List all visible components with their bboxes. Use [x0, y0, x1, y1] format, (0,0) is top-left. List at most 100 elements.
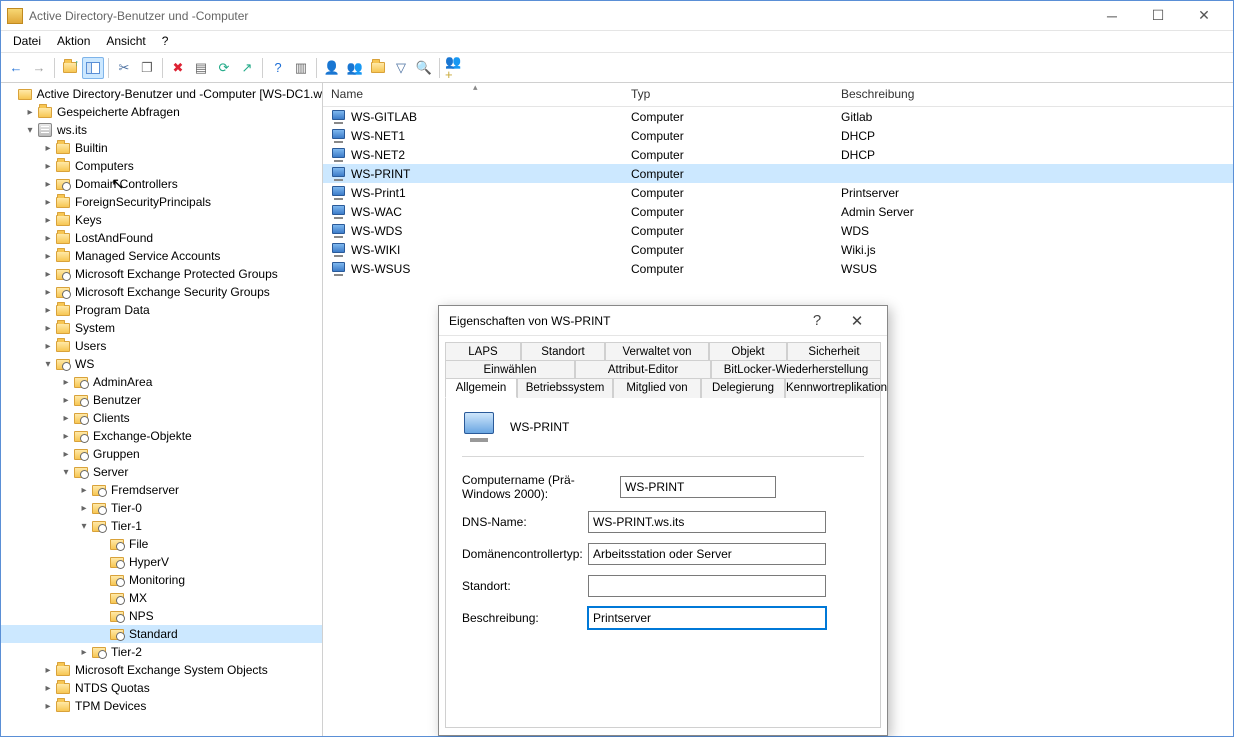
- tree-node-managed-service-accounts[interactable]: ▸Managed Service Accounts: [1, 247, 322, 265]
- chevron-right-icon[interactable]: ▸: [59, 413, 73, 424]
- site-input[interactable]: [588, 575, 826, 597]
- tab-attribut-editor[interactable]: Attribut-Editor: [575, 360, 711, 379]
- chevron-right-icon[interactable]: ▸: [41, 233, 55, 244]
- tree-node-gespeicherte-abfragen[interactable]: ▸Gespeicherte Abfragen: [1, 103, 322, 121]
- tab-bitlocker-wiederherstellung[interactable]: BitLocker-Wiederherstellung: [711, 360, 881, 379]
- tab-kennwortreplikation[interactable]: Kennwortreplikation: [785, 378, 881, 398]
- chevron-right-icon[interactable]: ▸: [41, 683, 55, 694]
- tree-node-server[interactable]: ▾Server: [1, 463, 322, 481]
- tree-node-tpm-devices[interactable]: ▸TPM Devices: [1, 697, 322, 715]
- chevron-right-icon[interactable]: ▸: [41, 305, 55, 316]
- forward-icon[interactable]: →: [28, 57, 50, 79]
- dc-type-input[interactable]: [588, 543, 826, 565]
- tree-node-active-directory-benutzer-und-computer-ws-dc1-w[interactable]: ▸Active Directory-Benutzer und -Computer…: [1, 85, 322, 103]
- tree-node-exchange-objekte[interactable]: ▸Exchange-Objekte: [1, 427, 322, 445]
- tree-node-nps[interactable]: ▸NPS: [1, 607, 322, 625]
- properties-icon[interactable]: ▤: [190, 57, 212, 79]
- list-row[interactable]: WS-NET2ComputerDHCP: [323, 145, 1233, 164]
- chevron-down-icon[interactable]: ▾: [59, 467, 73, 478]
- tree-pane[interactable]: ▸Active Directory-Benutzer und -Computer…: [1, 83, 323, 736]
- tab-verwaltet-von[interactable]: Verwaltet von: [605, 342, 709, 361]
- chevron-right-icon[interactable]: ▸: [59, 431, 73, 442]
- chevron-right-icon[interactable]: ▸: [23, 107, 37, 118]
- tree-node-file[interactable]: ▸File: [1, 535, 322, 553]
- chevron-right-icon[interactable]: ▸: [59, 449, 73, 460]
- find-icon[interactable]: 🔍: [413, 57, 435, 79]
- close-button[interactable]: ✕: [1181, 1, 1227, 30]
- chevron-right-icon[interactable]: ▸: [59, 395, 73, 406]
- new-group-icon[interactable]: 👥: [344, 57, 366, 79]
- chevron-right-icon[interactable]: ▸: [77, 503, 91, 514]
- minimize-button[interactable]: ─: [1089, 1, 1135, 30]
- export-list-icon[interactable]: ↗: [236, 57, 258, 79]
- chevron-right-icon[interactable]: ▸: [41, 665, 55, 676]
- tree-node-adminarea[interactable]: ▸AdminArea: [1, 373, 322, 391]
- tree-node-lostandfound[interactable]: ▸LostAndFound: [1, 229, 322, 247]
- list-row[interactable]: WS-GITLABComputerGitlab: [323, 107, 1233, 126]
- chevron-right-icon[interactable]: ▸: [77, 647, 91, 658]
- refresh-icon[interactable]: ⟳: [213, 57, 235, 79]
- list-row[interactable]: WS-WACComputerAdmin Server: [323, 202, 1233, 221]
- tab-mitglied-von[interactable]: Mitglied von: [613, 378, 701, 398]
- tree-node-users[interactable]: ▸Users: [1, 337, 322, 355]
- tree-node-microsoft-exchange-system-objects[interactable]: ▸Microsoft Exchange System Objects: [1, 661, 322, 679]
- chevron-right-icon[interactable]: ▸: [41, 341, 55, 352]
- list-row[interactable]: WS-WDSComputerWDS: [323, 221, 1233, 240]
- list-row[interactable]: WS-WSUSComputerWSUS: [323, 259, 1233, 278]
- tree-node-keys[interactable]: ▸Keys: [1, 211, 322, 229]
- tree-node-computers[interactable]: ▸Computers: [1, 157, 322, 175]
- tree-node-domain-controllers[interactable]: ▸Domain Controllers: [1, 175, 322, 193]
- chevron-right-icon[interactable]: ▸: [59, 377, 73, 388]
- tree-node-foreignsecurityprincipals[interactable]: ▸ForeignSecurityPrincipals: [1, 193, 322, 211]
- column-type[interactable]: Typ: [623, 83, 833, 106]
- tree-node-ws-its[interactable]: ▾ws.its: [1, 121, 322, 139]
- filter-icon[interactable]: ▽: [390, 57, 412, 79]
- chevron-right-icon[interactable]: ▸: [41, 143, 55, 154]
- chevron-right-icon[interactable]: ▸: [41, 323, 55, 334]
- cut-icon[interactable]: ✂: [113, 57, 135, 79]
- tree-node-ws[interactable]: ▾WS: [1, 355, 322, 373]
- chevron-right-icon[interactable]: ▸: [41, 701, 55, 712]
- tree-node-hyperv[interactable]: ▸HyperV: [1, 553, 322, 571]
- tab-standort[interactable]: Standort: [521, 342, 605, 361]
- new-user-icon[interactable]: 👤: [321, 57, 343, 79]
- menu-aktion[interactable]: Aktion: [49, 31, 98, 52]
- computer-name-input[interactable]: [620, 476, 776, 498]
- list-row[interactable]: WS-NET1ComputerDHCP: [323, 126, 1233, 145]
- tree-node-tier-1[interactable]: ▾Tier-1: [1, 517, 322, 535]
- chevron-right-icon[interactable]: ▸: [41, 269, 55, 280]
- tab-betriebssystem[interactable]: Betriebssystem: [517, 378, 613, 398]
- tree-node-gruppen[interactable]: ▸Gruppen: [1, 445, 322, 463]
- maximize-button[interactable]: ☐: [1135, 1, 1181, 30]
- tree-node-monitoring[interactable]: ▸Monitoring: [1, 571, 322, 589]
- tree-node-tier-0[interactable]: ▸Tier-0: [1, 499, 322, 517]
- tree-node-benutzer[interactable]: ▸Benutzer: [1, 391, 322, 409]
- description-input[interactable]: [588, 607, 826, 629]
- tree-node-ntds-quotas[interactable]: ▸NTDS Quotas: [1, 679, 322, 697]
- tree-node-clients[interactable]: ▸Clients: [1, 409, 322, 427]
- chevron-right-icon[interactable]: ▸: [41, 161, 55, 172]
- chevron-right-icon[interactable]: ▸: [41, 251, 55, 262]
- show-hide-tree-icon[interactable]: [82, 57, 104, 79]
- add-to-group-icon[interactable]: 👥+: [444, 57, 466, 79]
- tab-einw-hlen[interactable]: Einwählen: [445, 360, 575, 379]
- tree-node-microsoft-exchange-security-groups[interactable]: ▸Microsoft Exchange Security Groups: [1, 283, 322, 301]
- tab-sicherheit[interactable]: Sicherheit: [787, 342, 881, 361]
- dns-name-input[interactable]: [588, 511, 826, 533]
- tab-objekt[interactable]: Objekt: [709, 342, 787, 361]
- chevron-right-icon[interactable]: ▸: [41, 197, 55, 208]
- tree-node-system[interactable]: ▸System: [1, 319, 322, 337]
- tree-node-tier-2[interactable]: ▸Tier-2: [1, 643, 322, 661]
- chevron-right-icon[interactable]: ▸: [41, 215, 55, 226]
- copy-icon[interactable]: ❐: [136, 57, 158, 79]
- tab-allgemein[interactable]: Allgemein: [445, 378, 517, 398]
- menu-datei[interactable]: Datei: [5, 31, 49, 52]
- chevron-down-icon[interactable]: ▾: [77, 521, 91, 532]
- back-icon[interactable]: ←: [5, 57, 27, 79]
- dialog-close-button[interactable]: ✕: [837, 312, 877, 330]
- tree-node-mx[interactable]: ▸MX: [1, 589, 322, 607]
- tree-node-fremdserver[interactable]: ▸Fremdserver: [1, 481, 322, 499]
- dialog-help-button[interactable]: ?: [797, 312, 837, 329]
- menu-[interactable]: ?: [154, 31, 177, 52]
- list-row[interactable]: WS-Print1ComputerPrintserver: [323, 183, 1233, 202]
